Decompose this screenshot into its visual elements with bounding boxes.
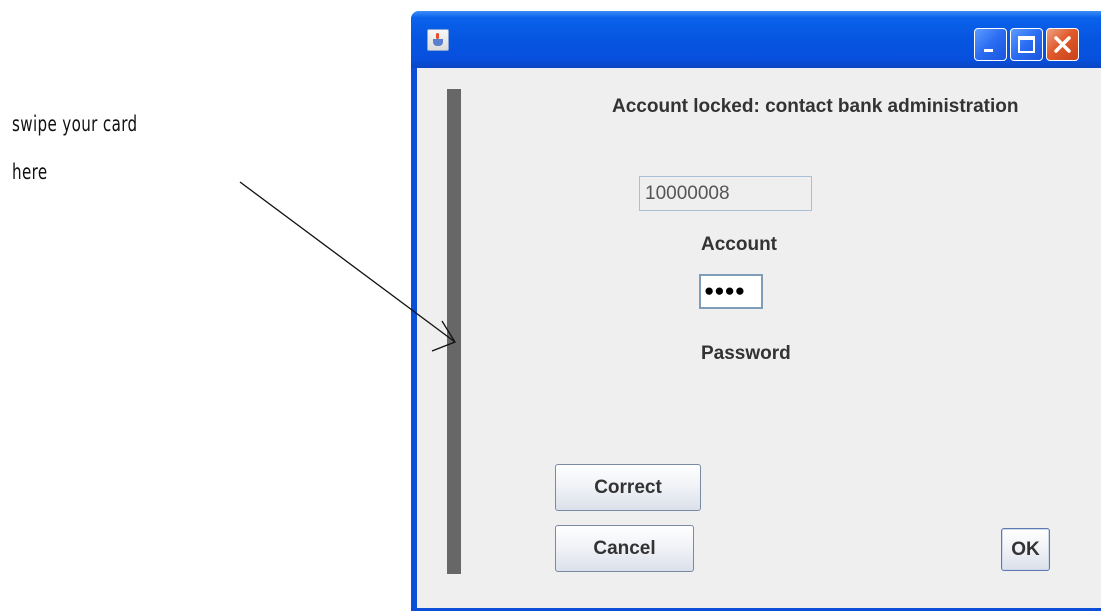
annotation-text: swipe your card here (12, 100, 170, 196)
close-icon (1054, 36, 1071, 53)
minimize-button[interactable] (974, 28, 1007, 61)
account-number-field[interactable]: 10000008 (639, 176, 812, 211)
annotation-line-2: here (12, 160, 48, 184)
maximize-icon (1018, 36, 1035, 53)
window-titlebar[interactable] (411, 11, 1101, 68)
close-button[interactable] (1046, 28, 1079, 61)
card-swipe-slot[interactable] (447, 89, 461, 574)
password-field[interactable]: ●●●● (699, 274, 763, 309)
password-label: Password (701, 343, 791, 364)
annotation-line-1: swipe your card (12, 112, 138, 136)
atm-window: Account locked: contact bank administrat… (411, 11, 1101, 611)
maximize-button[interactable] (1010, 28, 1043, 61)
java-coffee-cup-icon[interactable] (427, 29, 449, 51)
account-label: Account (701, 234, 777, 255)
cancel-button[interactable]: Cancel (555, 525, 694, 572)
ok-button[interactable]: OK (1001, 528, 1050, 571)
status-message: Account locked: contact bank administrat… (612, 96, 1019, 117)
dialog-content: Account locked: contact bank administrat… (417, 68, 1101, 608)
minimize-icon (984, 49, 993, 52)
correct-button[interactable]: Correct (555, 464, 701, 511)
